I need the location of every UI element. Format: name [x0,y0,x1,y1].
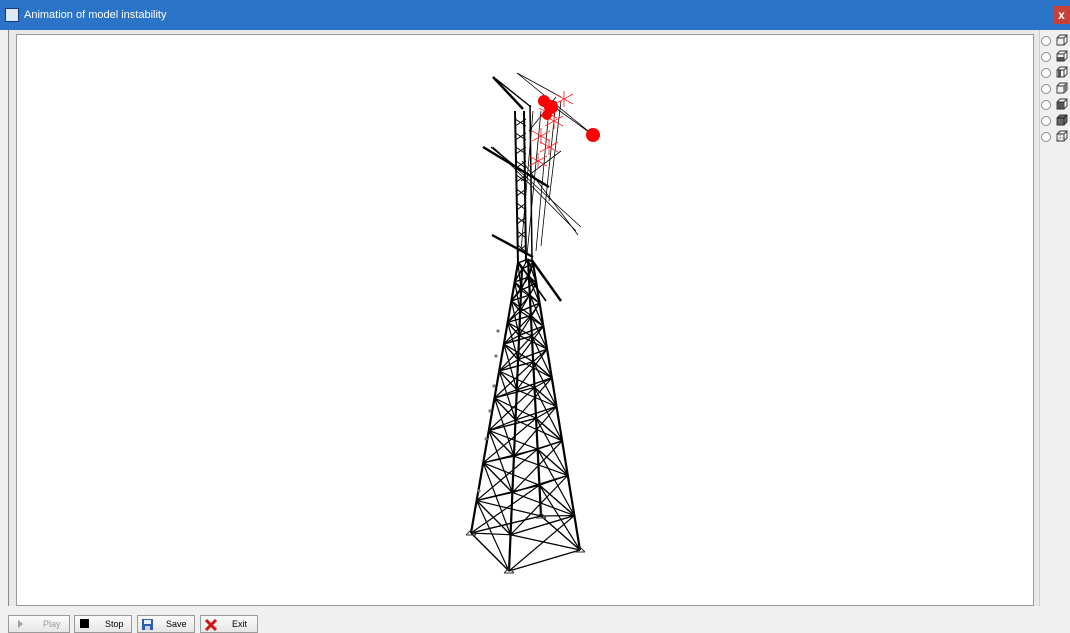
instability-marker [542,110,552,120]
view-radio-4[interactable] [1041,84,1051,94]
stop-button[interactable]: Stop [74,615,132,633]
play-button[interactable]: Play [8,615,70,633]
model-canvas[interactable] [16,34,1034,606]
bottom-toolbar: Play Stop Save Exit [0,607,1070,632]
cube-view-4-icon [1056,82,1068,94]
horizontal-brace [509,550,580,571]
cube-view-1-icon [1056,34,1068,46]
diagonal-brace [471,485,539,533]
view-radio-7[interactable] [1041,132,1051,142]
view-option-1[interactable] [1040,34,1070,48]
view-selector [1040,30,1070,150]
horizontal-brace [541,516,580,550]
tower-node [494,354,497,357]
diagonal-brace [512,492,574,515]
title-bar: Animation of model instability x [0,0,1070,30]
cube-view-2-icon [1056,50,1068,62]
cube-view-3-icon [1056,66,1068,78]
view-radio-1[interactable] [1041,36,1051,46]
view-radio-2[interactable] [1041,52,1051,62]
close-button[interactable]: x [1053,6,1070,24]
exit-button[interactable]: Exit [200,615,258,633]
exit-icon [205,619,217,631]
diagonal-brace [509,516,574,571]
window-title: Animation of model instability [24,9,166,21]
deformed-member [499,153,576,231]
app-icon [5,8,19,22]
tower-model [17,35,1033,605]
horizontal-brace [483,463,512,493]
deformed-member [493,147,581,227]
cube-view-6-icon [1056,114,1068,126]
view-radio-5[interactable] [1041,100,1051,110]
save-label: Save [166,619,187,629]
view-radio-6[interactable] [1041,116,1051,126]
top-arm [496,79,531,107]
tower-node [484,437,487,440]
view-radio-3[interactable] [1041,68,1051,78]
stop-icon [80,619,90,629]
play-label: Play [43,619,61,629]
top-arm [493,77,523,109]
save-button[interactable]: Save [137,615,195,633]
deformed-member [521,151,561,181]
diagonal-brace [511,535,580,550]
view-option-5[interactable] [1040,98,1070,112]
play-icon [16,619,26,629]
stop-label: Stop [105,619,124,629]
view-option-3[interactable] [1040,66,1070,80]
view-option-2[interactable] [1040,50,1070,64]
instability-marker [586,128,600,142]
cube-view-5-icon [1056,98,1068,110]
diagonal-brace [471,533,511,535]
deformed-member [517,73,561,97]
cube-view-7-icon [1056,130,1068,142]
diagonal-brace [514,456,568,475]
view-option-6[interactable] [1040,114,1070,128]
diagonal-brace [477,501,509,571]
diagonal-brace [489,430,538,449]
horizontal-brace [477,501,511,535]
tower-node [492,384,495,387]
horizontal-brace [471,533,509,571]
view-option-7[interactable] [1040,130,1070,144]
view-option-4[interactable] [1040,82,1070,96]
tower-node [496,329,499,332]
exit-label: Exit [232,619,247,629]
save-icon [142,619,154,631]
tower-node [477,489,480,492]
tower-node [488,409,491,412]
cross-arm [519,263,546,301]
